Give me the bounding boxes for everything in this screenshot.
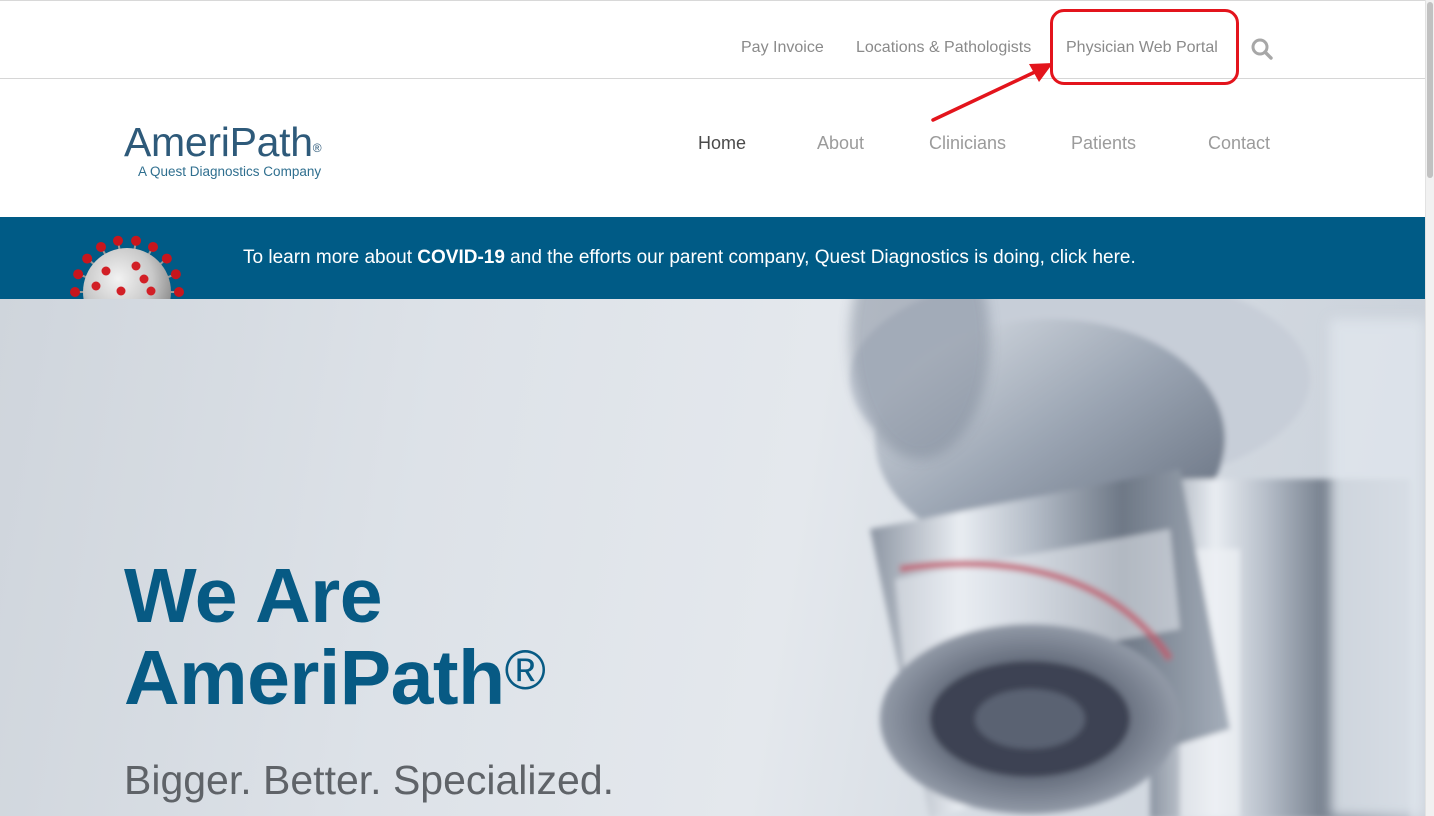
nav-patients[interactable]: Patients — [1071, 132, 1136, 154]
covid-banner[interactable]: To learn more about COVID-19 and the eff… — [0, 217, 1425, 299]
search-icon[interactable] — [1250, 37, 1274, 61]
hero-title-line1: We Are — [124, 553, 383, 639]
page-scrollbar[interactable] — [1425, 0, 1434, 816]
hero-section: We Are AmeriPath® Bigger. Better. Specia… — [0, 299, 1425, 816]
hero-registered-mark: ® — [504, 638, 546, 701]
logo-name: AmeriPath — [124, 119, 313, 165]
nav-contact[interactable]: Contact — [1208, 132, 1270, 154]
logo-subtitle: A Quest Diagnostics Company — [138, 164, 322, 179]
logo-registered-mark: ® — [312, 141, 322, 155]
locations-pathologists-link[interactable]: Locations & Pathologists — [856, 38, 1031, 58]
ameripath-logo[interactable]: AmeriPath® A Quest Diagnostics Company — [124, 120, 364, 190]
hero-title: We Are AmeriPath® — [124, 553, 546, 721]
scrollbar-thumb[interactable] — [1427, 2, 1433, 178]
coronavirus-icon — [70, 235, 184, 299]
covid-keyword: COVID-19 — [417, 247, 505, 268]
hero-title-line2: AmeriPath — [124, 635, 505, 721]
covid-banner-text[interactable]: To learn more about COVID-19 and the eff… — [243, 247, 1136, 269]
hero-tagline: Bigger. Better. Specialized. — [124, 757, 615, 803]
site-header: AmeriPath® A Quest Diagnostics Company H… — [0, 80, 1425, 217]
nav-home[interactable]: Home — [698, 132, 746, 154]
page: Pay Invoice Locations & Pathologists Phy… — [0, 0, 1425, 816]
annotation-highlight-box — [1050, 9, 1239, 85]
annotation-arrow-icon — [931, 63, 1053, 122]
nav-about[interactable]: About — [817, 132, 864, 154]
pay-invoice-link[interactable]: Pay Invoice — [741, 38, 824, 58]
nav-clinicians[interactable]: Clinicians — [929, 132, 1006, 154]
